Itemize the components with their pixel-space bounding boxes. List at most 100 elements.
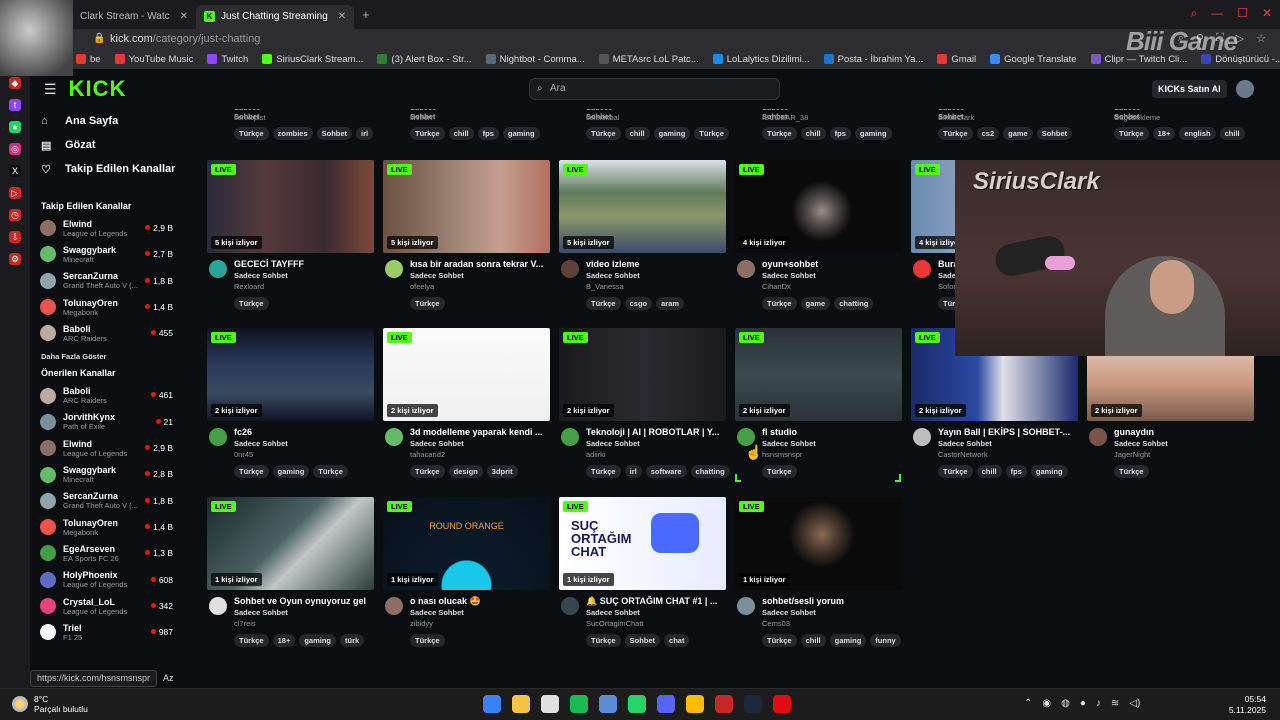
twitch-icon[interactable]: t bbox=[9, 99, 21, 111]
category-label[interactable]: Sadece Sohbet bbox=[234, 271, 288, 280]
category-label[interactable]: Sadece Sohbet bbox=[234, 439, 288, 448]
tag-chip[interactable]: Türkçe bbox=[234, 634, 269, 647]
taskbar-app-icon[interactable] bbox=[483, 695, 501, 713]
channel-user[interactable]: adiirki bbox=[586, 450, 606, 459]
category-label[interactable]: Sadece Sohbet bbox=[762, 608, 816, 617]
stream-title[interactable]: kısa bir aradan sonra tekrar V... bbox=[410, 259, 550, 269]
channel-user[interactable]: hsnsmsnspr bbox=[762, 450, 802, 459]
bookmark-item[interactable]: Posta - İbrahim Ya... bbox=[823, 54, 923, 65]
tag-chip[interactable]: Sohbet bbox=[316, 127, 353, 140]
category-label[interactable]: Sadece Sohbet bbox=[762, 439, 816, 448]
sidebar-channel[interactable]: Swaggybark Minecraft 2,7 B bbox=[30, 241, 180, 267]
tag-chip[interactable]: fps bbox=[477, 127, 499, 140]
avatar[interactable] bbox=[1089, 428, 1107, 446]
tag-chip[interactable]: game bbox=[800, 297, 831, 310]
stream-card[interactable]: LIVE 2 kişi izliyor fl studio Sadece Sohbet… bbox=[735, 328, 902, 489]
category-label[interactable]: Sadece Sohbet bbox=[410, 608, 464, 617]
tag-chip[interactable]: Türkçe bbox=[586, 634, 621, 647]
stream-thumbnail[interactable]: LIVE 2 kişi izliyor bbox=[735, 328, 902, 421]
bookmark-item[interactable]: (3) Alert Box - Str... bbox=[377, 54, 472, 65]
taskbar-app-icon[interactable] bbox=[541, 695, 559, 713]
tag-chip[interactable]: Türkçe bbox=[410, 634, 445, 647]
channel-user[interactable]: Sofor bbox=[938, 282, 956, 291]
sidebar-channel[interactable]: Swaggybark Minecraft 2,8 B bbox=[30, 461, 180, 487]
stream-title[interactable]: Sohbet ve Oyun oynuyoruz gel bbox=[234, 596, 374, 606]
network-icon[interactable]: ◉ bbox=[1042, 698, 1051, 709]
category-label[interactable]: Sadece Sohbet bbox=[586, 439, 640, 448]
tag-chip[interactable]: Türkçe bbox=[586, 127, 621, 140]
sidebar-channel[interactable]: Crystal_LoL League of Legends 342 bbox=[30, 593, 180, 619]
close-window-icon[interactable]: ✕ bbox=[1262, 6, 1272, 21]
stream-thumbnail[interactable]: LIVE 5 kişi izliyor bbox=[559, 160, 726, 253]
tag-chip[interactable]: game bbox=[1003, 127, 1033, 140]
tag-chip[interactable]: chill bbox=[1219, 127, 1245, 140]
sidebar-channel[interactable]: Elwind League of Legends 2,9 B bbox=[30, 435, 180, 461]
category-label[interactable]: Sadece Sohbet bbox=[938, 439, 992, 448]
spotify-icon[interactable]: ● bbox=[1080, 698, 1086, 709]
avatar[interactable] bbox=[737, 597, 755, 615]
mic-icon[interactable]: ♪ bbox=[1096, 698, 1101, 709]
channel-user[interactable]: tahacand2 bbox=[410, 450, 445, 459]
tag-chip[interactable]: gaming bbox=[653, 127, 691, 140]
channel-user[interactable]: cl7reis bbox=[234, 619, 256, 628]
stream-title[interactable]: 3d modelleme yaparak kendi ... bbox=[410, 427, 550, 437]
tag-chip[interactable]: Türkçe bbox=[410, 127, 445, 140]
tag-chip[interactable]: chill bbox=[800, 634, 826, 647]
tag-chip[interactable]: fps bbox=[829, 127, 851, 140]
category-label[interactable]: Sadece Sohbet bbox=[1114, 439, 1168, 448]
channel-user[interactable]: JagerNight bbox=[1114, 450, 1150, 459]
history-icon[interactable]: ◷ bbox=[9, 209, 21, 221]
new-tab-button[interactable]: + bbox=[362, 7, 370, 22]
taskbar-app-icon[interactable] bbox=[715, 695, 733, 713]
tag-chip[interactable]: Türkçe bbox=[938, 127, 973, 140]
stream-card[interactable]: LIVE 1 kişi izliyor SUÇ ORTAĞIM CHAT 🔔 SUÇ … bbox=[559, 497, 726, 658]
stream-title[interactable]: Yayın Ball | EKİPS | SOHBET-... bbox=[938, 427, 1078, 437]
tag-chip[interactable]: design bbox=[448, 465, 483, 478]
sidebar-nav-item[interactable]: ⌂ Ana Sayfa bbox=[30, 109, 180, 133]
tag-chip[interactable]: gaming bbox=[299, 634, 337, 647]
tag-chip[interactable]: Türkçe bbox=[234, 297, 269, 310]
tag-chip[interactable]: software bbox=[645, 465, 687, 478]
channel-user[interactable]: 0nr45 bbox=[234, 450, 253, 459]
tag-chip[interactable]: gaming bbox=[272, 465, 310, 478]
star-icon[interactable]: ☆ bbox=[1256, 32, 1266, 45]
play-icon[interactable]: ▷ bbox=[9, 187, 21, 199]
stream-card[interactable]: LIVE 2 kişi izliyor Teknoloji | AI | ROBOT… bbox=[559, 328, 730, 489]
maximize-icon[interactable]: ☐ bbox=[1237, 6, 1248, 21]
tag-chip[interactable]: 18+ bbox=[272, 634, 296, 647]
stream-title[interactable]: o nası olucak 🤩 bbox=[410, 596, 550, 607]
menu-icon[interactable]: ☰ bbox=[44, 81, 57, 98]
tag-chip[interactable]: Türkçe bbox=[694, 127, 729, 140]
minimize-icon[interactable]: — bbox=[1211, 6, 1223, 21]
stream-thumbnail[interactable]: LIVE 1 kişi izliyor bbox=[207, 497, 374, 590]
avatar[interactable] bbox=[209, 260, 227, 278]
channel-user[interactable]: Rexloard bbox=[234, 282, 264, 291]
avatar[interactable] bbox=[209, 597, 227, 615]
sidebar-channel[interactable]: Triel F1 25 987 bbox=[30, 619, 180, 645]
stream-card[interactable]: LIVE 5 kişi izliyor GECECİ TAYFFF Sadece So… bbox=[207, 160, 374, 321]
avatar[interactable] bbox=[561, 597, 579, 615]
sidebar-channel[interactable]: Baboli ARC Raiders 455 bbox=[30, 320, 180, 346]
tag-chip[interactable]: aram bbox=[656, 297, 685, 310]
bookmark-item[interactable]: Gmail bbox=[937, 54, 976, 65]
search-icon[interactable]: ⌕ bbox=[1190, 6, 1197, 21]
bookmark-item[interactable]: Twitch bbox=[207, 54, 248, 65]
instagram-icon[interactable]: ◎ bbox=[9, 143, 21, 155]
bookmark-item[interactable]: Google Translate bbox=[990, 54, 1077, 65]
tag-chip[interactable]: chill bbox=[448, 127, 474, 140]
avatar[interactable] bbox=[385, 597, 403, 615]
tag-chip[interactable]: 3dprit bbox=[486, 465, 518, 478]
steam-icon[interactable]: ◍ bbox=[1061, 698, 1070, 709]
clock[interactable]: 05:54 5.11.2025 bbox=[1229, 694, 1266, 716]
taskbar-app-icon[interactable] bbox=[744, 695, 762, 713]
avatar[interactable] bbox=[1236, 80, 1254, 98]
taskbar-app-icon[interactable] bbox=[773, 695, 791, 713]
sidebar-channel[interactable]: JorvithKynx Path of Exile 21 bbox=[30, 409, 180, 435]
tag-chip[interactable]: Türkçe bbox=[762, 634, 797, 647]
tag-chip[interactable]: Sohbet bbox=[624, 634, 661, 647]
tag-chip[interactable]: Türkçe bbox=[762, 297, 797, 310]
sidebar-channel[interactable]: Elwind League of Legends 2,9 B bbox=[30, 215, 180, 241]
tag-chip[interactable]: Türkçe bbox=[234, 465, 269, 478]
weather-widget[interactable]: 8°C Parçalı bulutlu bbox=[12, 694, 88, 714]
stream-title[interactable]: GECECİ TAYFFF bbox=[234, 259, 374, 269]
